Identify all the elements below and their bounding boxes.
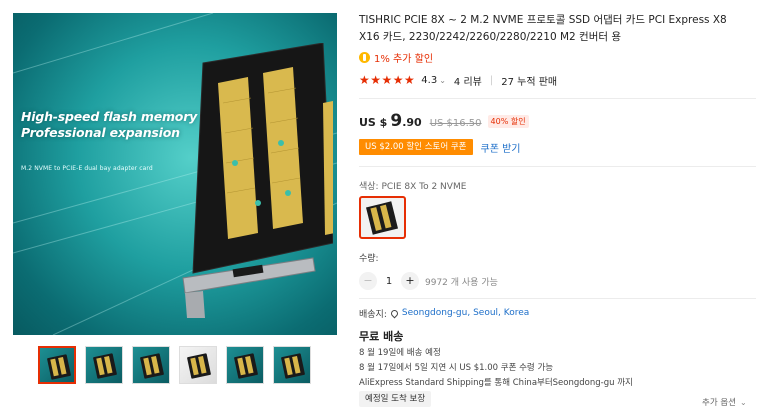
coin-icon (359, 51, 370, 63)
increase-quantity-button[interactable]: + (401, 272, 419, 290)
thumbnail-5[interactable] (226, 346, 264, 384)
available-stock: 9972 개 사용 가능 (425, 277, 498, 288)
color-swatch-selected[interactable] (359, 196, 406, 239)
more-options-button[interactable]: 추가 옵션 ⌄ (702, 396, 747, 409)
price-row: US $ 9 .90 US $16.50 40% 할인 (359, 111, 529, 133)
rating-value[interactable]: 4.3 (421, 75, 437, 86)
sold-count: 27 누적 판매 (501, 76, 558, 88)
thumbnail-3[interactable] (132, 346, 170, 384)
coupon-row: US $2.00 할인 스토어 쿠폰 쿠폰 받기 (359, 139, 520, 155)
shipping-method: AliExpress Standard Shipping를 통해 China부터… (359, 378, 633, 388)
delivery-date: 8 월 19일에 배송 예정 (359, 348, 441, 358)
swatch-image (365, 201, 399, 235)
main-product-image[interactable]: High-speed flash memory Professional exp… (13, 13, 337, 335)
reviews-count[interactable]: 4 리뷰 (454, 73, 482, 88)
thumbnail-strip (38, 346, 328, 384)
quantity-input[interactable]: 1 (377, 276, 401, 287)
color-label-prefix: 색상: (359, 182, 382, 192)
quantity-label: 수량: (359, 254, 379, 264)
extra-discount-label: 1% 추가 할인 (374, 53, 434, 65)
decrease-quantity-button[interactable]: − (359, 272, 377, 290)
quantity-stepper: − 1 + 9972 개 사용 가능 (359, 272, 498, 290)
color-label: 색상: PCIE 8X To 2 NVME (359, 179, 466, 192)
price-decimal: .90 (402, 116, 422, 129)
price-currency: US $ (359, 116, 388, 129)
thumbnail-6[interactable] (273, 346, 311, 384)
thumbnail-1[interactable] (38, 346, 76, 384)
more-options-label: 추가 옵션 (702, 398, 736, 408)
original-price: US $16.50 (429, 118, 482, 129)
location-pin-icon (389, 308, 400, 318)
extra-discount: 1% 추가 할인 (359, 50, 434, 65)
late-delivery-coupon: 8 월 17일에서 5일 지연 시 US $1.00 쿠폰 수령 가능 (359, 363, 554, 373)
ship-to-location[interactable]: Seongdong-gu, Seoul, Korea (402, 308, 529, 318)
divider (359, 298, 756, 299)
ship-to-label: 배송지: (359, 309, 387, 320)
separator: | (489, 74, 494, 86)
delivery-guarantee-badge: 예정일 도착 보장 (359, 391, 432, 407)
thumbnail-2[interactable] (85, 346, 123, 384)
divider (359, 98, 756, 99)
ship-to-row: 배송지: Seongdong-gu, Seoul, Korea (359, 306, 529, 320)
discount-badge: 40% 할인 (487, 115, 529, 128)
chevron-down-icon[interactable]: ⌄ (439, 76, 446, 85)
rating-row: ★★★★★ 4.3 ⌄ 4 리뷰 | 27 누적 판매 (359, 72, 557, 88)
chevron-down-icon: ⌄ (739, 397, 747, 407)
get-coupon-link[interactable]: 쿠폰 받기 (481, 140, 521, 155)
store-coupon-tag[interactable]: US $2.00 할인 스토어 쿠폰 (359, 139, 473, 155)
price-integer: 9 (390, 111, 403, 131)
divider (359, 166, 756, 167)
adapter-card-illustration (182, 43, 333, 318)
free-shipping-label: 무료 배송 (359, 330, 404, 343)
color-value: PCIE 8X To 2 NVME (381, 182, 467, 192)
product-title: TISHRIC PCIE 8X ~ 2 M.2 NVME 프로토콜 SSD 어댑… (359, 14, 727, 43)
star-rating-icon: ★★★★★ (359, 73, 416, 87)
thumbnail-4[interactable] (179, 346, 217, 384)
